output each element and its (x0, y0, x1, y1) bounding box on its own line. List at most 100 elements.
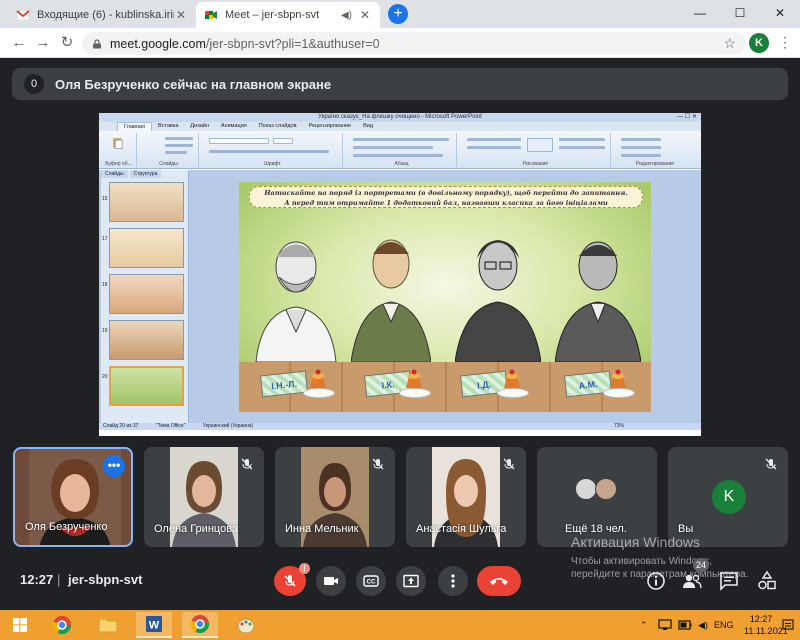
more-vert-icon (451, 574, 455, 588)
slide-thumbnail (109, 182, 184, 222)
camera-toggle-button[interactable] (316, 566, 346, 596)
more-participants-tile[interactable]: Ещё 18 чел. (537, 447, 657, 547)
chat-icon[interactable] (718, 570, 740, 592)
taskbar-word[interactable]: W (136, 612, 172, 638)
ribbon-tab-home: Главная (117, 122, 152, 131)
thumbnail-pane-tabs: Слайды Структура (101, 170, 188, 178)
tray-expand-icon[interactable]: ⌃ (640, 610, 648, 640)
participant-tile[interactable]: Олена Гринцова (144, 447, 264, 547)
present-screen-button[interactable] (396, 566, 426, 596)
word-icon: W (146, 616, 162, 632)
mic-off-icon (284, 575, 296, 587)
paint-icon (237, 618, 255, 634)
meet-control-bar: 12:27 | jer-sbpn-svt ! CC (0, 556, 800, 604)
taskbar-chrome[interactable] (44, 612, 80, 638)
ribbon-tab-review: Рецензирование (308, 123, 352, 129)
ribbon-tab-design: Дизайн (190, 123, 209, 129)
powerpoint-workspace: Слайды Структура 15 17 18 19 20 Натискайт… (99, 170, 701, 430)
tray-clock[interactable]: 12:27 11.11.2021 (744, 613, 788, 637)
mic-warning-badge: ! (299, 563, 310, 574)
presenter-count-badge: 0 (24, 74, 44, 94)
network-icon[interactable] (658, 619, 672, 631)
portrait-kotliarevsky (351, 239, 431, 362)
new-tab-button[interactable]: + (388, 4, 408, 24)
slide-thumbnail-pane: Слайды Структура 15 17 18 19 20 (101, 170, 189, 426)
pudding-icon[interactable] (607, 368, 629, 390)
mic-toggle-button[interactable]: ! (274, 563, 310, 596)
bookmark-star-icon[interactable]: ☆ (723, 35, 736, 52)
leave-call-button[interactable] (477, 566, 521, 596)
meeting-code: jer-sbpn-svt (68, 572, 143, 587)
more-options-button[interactable]: ••• (103, 455, 125, 477)
taskbar-paint[interactable] (228, 612, 264, 638)
ribbon-group-paragraph: Абзац (347, 133, 457, 167)
slide-thumbnail (109, 228, 184, 268)
address-bar[interactable]: meet.google.com/jer-sbpn-svt?pli=1&authu… (82, 32, 746, 55)
participant-tile-self[interactable]: K Вы (668, 447, 788, 547)
meeting-info-icon[interactable] (645, 570, 667, 592)
taskbar-file-explorer[interactable] (90, 612, 126, 638)
participant-name: Олена Гринцова (154, 523, 239, 535)
present-screen-icon (403, 574, 419, 588)
tab-gmail[interactable]: Входящие (6) - kublinska.irina@ ✕ (8, 2, 196, 28)
avatar: K (712, 480, 746, 514)
slide-caption-line-2: А перед тим отримайте 1 додатковий бал, … (284, 199, 608, 207)
slide-caption: Натискайте на поряд із портретами (в дов… (249, 186, 643, 208)
slide-thumbnail-current (109, 366, 184, 406)
start-button[interactable] (2, 612, 38, 638)
participant-tile[interactable]: ••• Оля Безрученко (13, 447, 133, 547)
mic-off-icon (503, 458, 515, 470)
pudding-icon[interactable] (403, 368, 425, 390)
participant-count-badge: 24 (693, 558, 709, 572)
svg-text:W: W (149, 620, 160, 632)
tab-title: Meet – jer-sbpn-svt (225, 9, 320, 21)
close-window-button[interactable]: ✕ (760, 0, 800, 28)
participant-tile[interactable]: Анастасія Шульга (406, 447, 526, 547)
url-text: meet.google.com/jer-sbpn-svt?pli=1&authu… (110, 36, 380, 51)
forward-arrow-icon[interactable]: → (34, 34, 52, 52)
meeting-clock: 12:27 (20, 572, 54, 587)
pudding-icon[interactable] (307, 368, 329, 390)
browser-menu-icon[interactable]: ⋮ (778, 34, 792, 50)
minimize-button[interactable]: — (680, 0, 720, 28)
svg-text:CC: CC (367, 580, 376, 586)
close-tab-icon[interactable]: ✕ (174, 8, 188, 22)
windows-taskbar: W ⌃ ◀) ENG 12:27 11.11.2021 (0, 610, 800, 640)
battery-icon[interactable] (678, 619, 692, 631)
activities-icon[interactable] (756, 570, 778, 592)
shared-screen: Україно сказує_На флешку очищено - Micro… (99, 113, 701, 436)
volume-icon[interactable]: ◀) (698, 610, 708, 640)
speaker-icon[interactable]: ◀) (341, 10, 352, 21)
participant-name: Инна Мельник (285, 523, 359, 535)
camera-icon (324, 577, 338, 585)
participant-tile[interactable]: Инна Мельник (275, 447, 395, 547)
lock-icon[interactable] (92, 38, 102, 49)
browser-tab-strip: Входящие (6) - kublinska.irina@ ✕ Meet –… (0, 0, 800, 28)
tab-title: Входящие (6) - kublinska.irina@ (37, 9, 174, 21)
ribbon-group-editing: Редактирование (615, 133, 695, 167)
people-icon[interactable] (681, 570, 703, 592)
notifications-icon[interactable] (782, 619, 794, 631)
more-options-button[interactable] (438, 566, 468, 596)
tray-language[interactable]: ENG (714, 610, 734, 640)
google-meet-icon (205, 11, 217, 19)
chrome-icon (52, 616, 71, 635)
tab-meet[interactable]: Meet – jer-sbpn-svt ◀) ✕ (196, 2, 380, 28)
ribbon-tab-animation: Анимация (220, 123, 247, 129)
participant-mini-avatar (595, 478, 617, 500)
profile-avatar[interactable]: K (749, 33, 769, 53)
maximize-button[interactable]: ☐ (720, 0, 760, 28)
reload-icon[interactable]: ↻ (58, 34, 76, 52)
captions-button[interactable]: CC (356, 566, 386, 596)
presenter-banner-text: Оля Безрученко сейчас на главном экране (55, 76, 332, 92)
slide-thumbnail (109, 274, 184, 314)
powerpoint-status-bar: Слайд 20 из 37 "Тема Office" Украинский … (99, 423, 701, 430)
back-arrow-icon[interactable]: ← (10, 34, 28, 52)
ribbon-tab-view: Вид (363, 123, 374, 129)
taskbar-chrome-profile[interactable] (182, 612, 218, 638)
pudding-icon[interactable] (501, 368, 523, 390)
close-tab-icon[interactable]: ✕ (358, 8, 372, 22)
portrait-malyshko (555, 241, 641, 362)
folder-icon (98, 618, 118, 633)
current-slide: Натискайте на поряд із портретами (в дов… (239, 182, 651, 412)
